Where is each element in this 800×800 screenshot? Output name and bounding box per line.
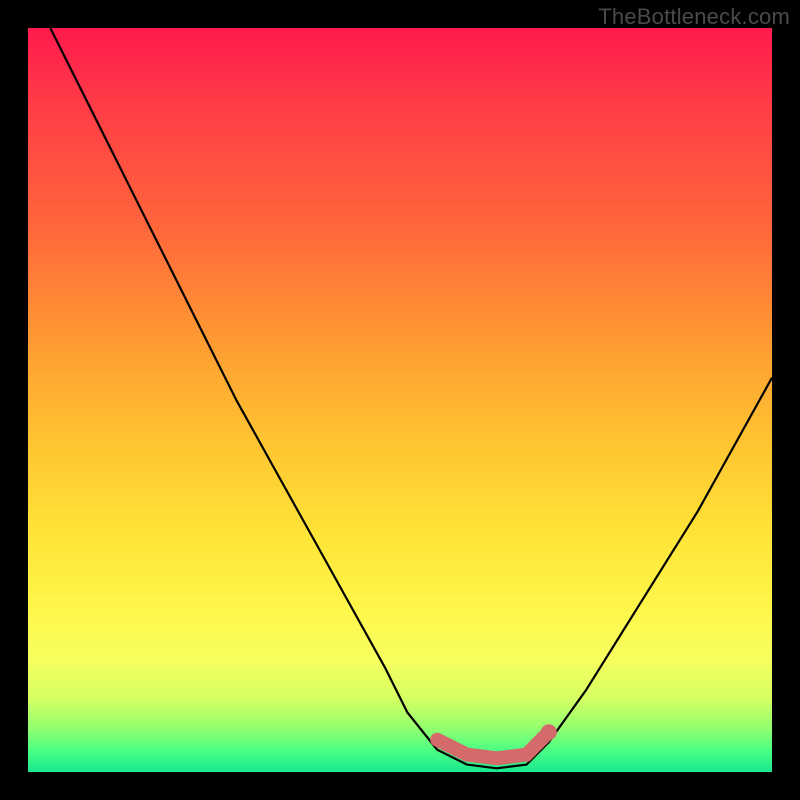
curve-svg	[28, 28, 772, 772]
plot-area	[28, 28, 772, 772]
highlight-segment	[437, 732, 549, 758]
watermark-text: TheBottleneck.com	[598, 4, 790, 30]
chart-frame: TheBottleneck.com	[0, 0, 800, 800]
highlight-endpoint-dot	[541, 724, 557, 740]
bottleneck-curve	[50, 28, 772, 768]
